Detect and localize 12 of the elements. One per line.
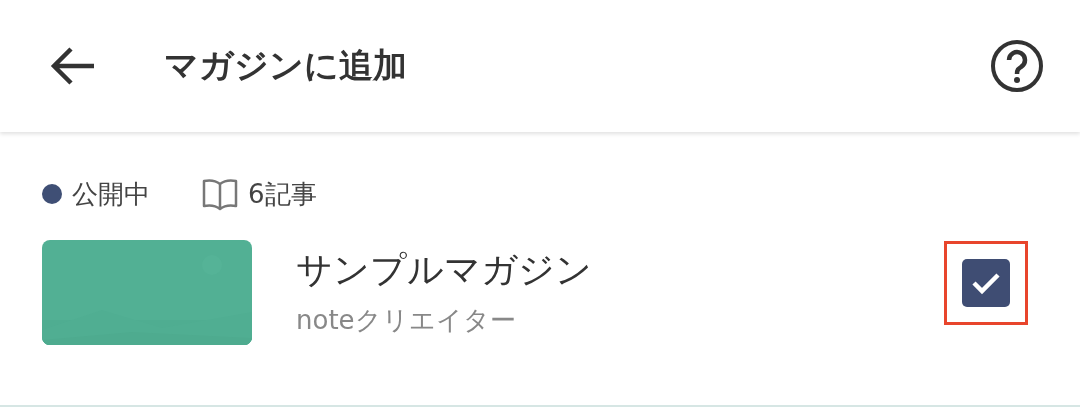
back-button[interactable]	[50, 46, 96, 86]
help-icon	[990, 39, 1044, 93]
magazine-title: サンプルマガジン	[296, 248, 593, 292]
page-title: マガジンに追加	[164, 44, 408, 87]
check-icon	[971, 271, 1001, 295]
back-arrow-icon	[50, 46, 96, 86]
article-count: 6記事	[248, 177, 317, 211]
magazine-checkbox[interactable]	[962, 259, 1010, 307]
help-button[interactable]	[990, 39, 1044, 93]
book-icon	[202, 177, 238, 211]
magazine-author: noteクリエイター	[296, 304, 517, 337]
status-label: 公開中	[72, 177, 150, 211]
